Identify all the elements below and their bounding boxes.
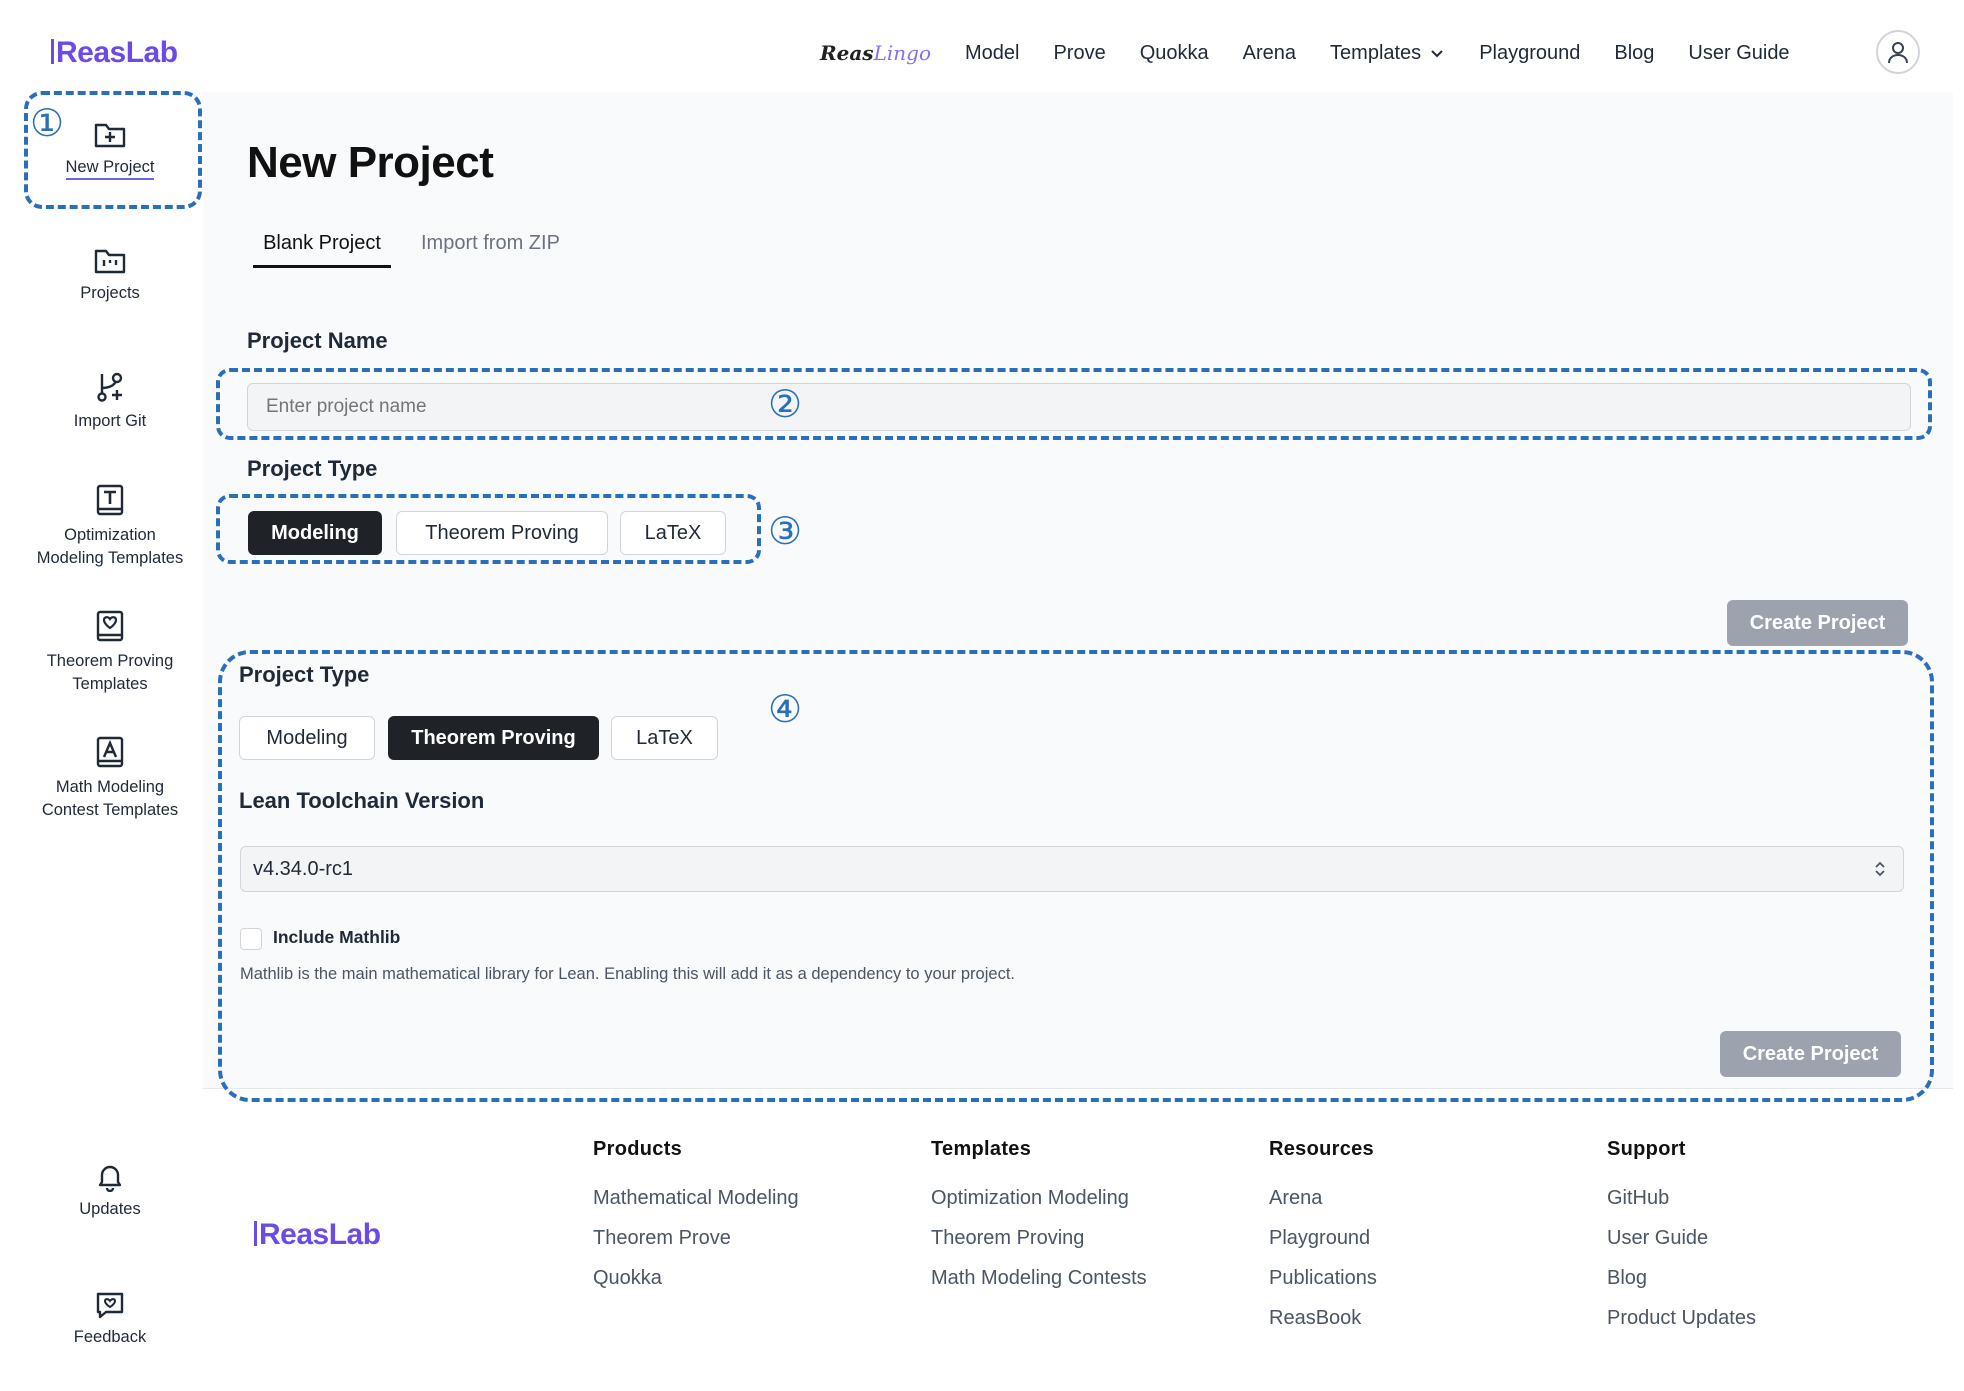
footer-link[interactable]: Mathematical Modeling [593,1187,799,1210]
nav-templates-label: Templates [1330,41,1422,64]
nav-model[interactable]: Model [965,42,1019,65]
sidebar-item-label-line2: Contest Templates [41,801,179,819]
sidebar-item-feedback[interactable]: Feedback [0,1290,220,1349]
footer-link[interactable]: Product Updates [1607,1307,1756,1330]
nav-reaslingo[interactable]: ReasLingo [820,41,931,65]
sidebar-item-label: Feedback [73,1328,147,1346]
footer-link[interactable]: Blog [1607,1267,1647,1290]
page-title: New Project [247,138,494,187]
sidebar-item-math-contest-templates[interactable]: Math Modeling Contest Templates [0,736,220,822]
sidebar-item-theorem-templates[interactable]: Theorem Proving Templates [0,610,220,696]
nav-arena[interactable]: Arena [1243,42,1296,65]
annotation-box-3 [216,494,761,564]
sidebar-item-label-line1: Theorem Proving [46,652,174,670]
sidebar-item-label-line2: Modeling Templates [36,549,184,567]
create-project-button[interactable]: Create Project [1727,600,1908,646]
sidebar-item-projects[interactable]: Projects [0,246,220,305]
template-a-icon [96,736,124,768]
sidebar-item-label-line1: Optimization [64,526,156,544]
nav-blog[interactable]: Blog [1614,42,1654,65]
nav-prove[interactable]: Prove [1053,42,1105,65]
project-type-label: Project Type [247,456,378,481]
sidebar-item-label-line1: Math Modeling [55,778,165,796]
footer-link[interactable]: Playground [1269,1227,1370,1250]
top-nav: ReasLingo Model Prove Quokka Arena Templ… [820,36,1790,70]
sidebar-item-optimization-templates[interactable]: Optimization Modeling Templates [0,484,220,570]
annotation-box-2 [216,368,1932,440]
footer-link[interactable]: Math Modeling Contests [931,1267,1147,1290]
user-avatar[interactable] [1876,30,1920,74]
annotation-box-4 [218,650,1934,1102]
footer-link[interactable]: Theorem Proving [931,1227,1084,1250]
sidebar-item-label-line2: Templates [72,675,148,693]
footer-link[interactable]: GitHub [1607,1187,1669,1210]
footer-link[interactable]: ReasBook [1269,1307,1361,1330]
annotation-number-2: ② [768,382,803,426]
sidebar-item-label: Import Git [73,412,147,430]
annotation-number-4: ④ [768,687,803,731]
annotation-number-1: ① [30,101,65,145]
footer-resources-heading: Resources [1269,1138,1374,1160]
footer-templates-heading: Templates [931,1138,1032,1160]
sidebar-item-label: Updates [79,1200,141,1218]
sidebar-item-updates[interactable]: Updates [0,1162,220,1221]
chevron-down-icon [1431,50,1443,58]
header-logo[interactable]: ReasLab [51,36,178,70]
footer-link[interactable]: Quokka [593,1267,662,1290]
footer-link[interactable]: User Guide [1607,1227,1708,1250]
footer-link[interactable]: Publications [1269,1267,1377,1290]
bell-icon [98,1165,122,1192]
message-heart-icon [96,1292,124,1319]
sidebar-item-import-git[interactable]: Import Git [0,370,220,433]
footer-link[interactable]: Arena [1269,1187,1322,1210]
user-icon [1888,42,1908,64]
git-branch-plus-icon [97,372,123,402]
footer-support-heading: Support [1607,1138,1686,1160]
footer-products-heading: Products [593,1138,683,1160]
tab-blank-project[interactable]: Blank Project [253,232,391,268]
project-name-label: Project Name [247,328,388,353]
folder-kanban-icon [94,249,126,274]
template-check-icon [96,610,124,642]
nav-user-guide[interactable]: User Guide [1688,42,1789,65]
sidebar-item-label: Projects [80,284,140,302]
nav-templates[interactable]: Templates [1330,42,1445,65]
footer-link[interactable]: Optimization Modeling [931,1187,1129,1210]
tab-import-zip[interactable]: Import from ZIP [421,232,560,255]
template-t-icon [96,484,124,516]
footer-link[interactable]: Theorem Prove [593,1227,731,1250]
footer-logo[interactable]: ReasLab [254,1218,381,1252]
nav-playground[interactable]: Playground [1479,42,1580,65]
nav-quokka[interactable]: Quokka [1140,42,1209,65]
annotation-number-3: ③ [768,509,803,553]
